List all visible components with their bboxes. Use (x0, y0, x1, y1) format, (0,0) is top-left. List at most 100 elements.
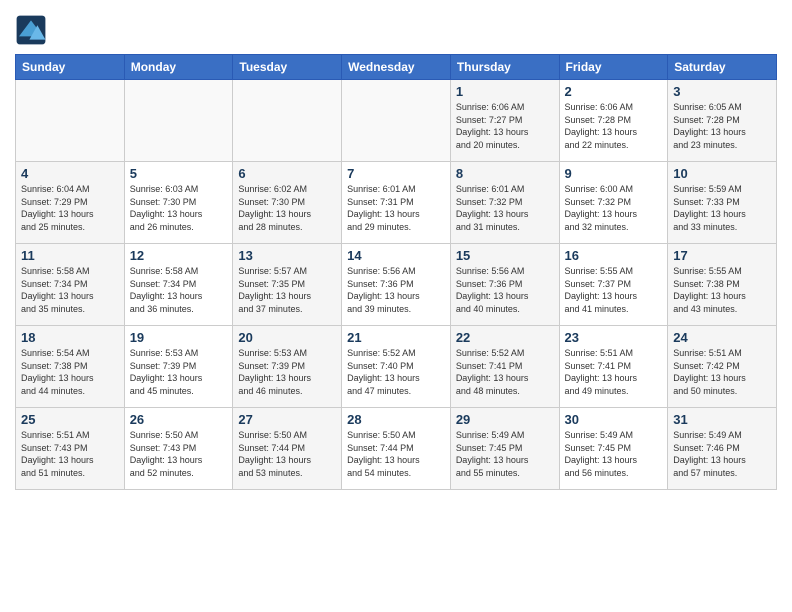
day-number: 23 (565, 330, 663, 345)
day-cell (342, 80, 451, 162)
day-info: Sunrise: 6:05 AM Sunset: 7:28 PM Dayligh… (673, 101, 771, 151)
day-number: 12 (130, 248, 228, 263)
day-cell: 22 Sunrise: 5:52 AM Sunset: 7:41 PM Dayli… (450, 326, 559, 408)
day-number: 15 (456, 248, 554, 263)
day-info: Sunrise: 6:00 AM Sunset: 7:32 PM Dayligh… (565, 183, 663, 233)
day-info: Sunrise: 5:51 AM Sunset: 7:43 PM Dayligh… (21, 429, 119, 479)
day-cell: 11 Sunrise: 5:58 AM Sunset: 7:34 PM Dayli… (16, 244, 125, 326)
day-info: Sunrise: 5:51 AM Sunset: 7:42 PM Dayligh… (673, 347, 771, 397)
day-info: Sunrise: 5:52 AM Sunset: 7:41 PM Dayligh… (456, 347, 554, 397)
day-info: Sunrise: 5:50 AM Sunset: 7:43 PM Dayligh… (130, 429, 228, 479)
day-number: 10 (673, 166, 771, 181)
day-number: 8 (456, 166, 554, 181)
day-info: Sunrise: 5:56 AM Sunset: 7:36 PM Dayligh… (456, 265, 554, 315)
day-number: 19 (130, 330, 228, 345)
day-cell: 10 Sunrise: 5:59 AM Sunset: 7:33 PM Dayli… (668, 162, 777, 244)
day-info: Sunrise: 6:06 AM Sunset: 7:27 PM Dayligh… (456, 101, 554, 151)
day-cell: 21Sunrise: 5:52 AM Sunset: 7:40 PM Dayli… (342, 326, 451, 408)
day-info: Sunrise: 5:55 AM Sunset: 7:38 PM Dayligh… (673, 265, 771, 315)
day-cell: 1 Sunrise: 6:06 AM Sunset: 7:27 PM Daylig… (450, 80, 559, 162)
day-info: Sunrise: 5:49 AM Sunset: 7:46 PM Dayligh… (673, 429, 771, 479)
day-info: Sunrise: 5:49 AM Sunset: 7:45 PM Dayligh… (565, 429, 663, 479)
day-info: Sunrise: 5:53 AM Sunset: 7:39 PM Dayligh… (130, 347, 228, 397)
day-cell: 6 Sunrise: 6:02 AM Sunset: 7:30 PM Daylig… (233, 162, 342, 244)
day-info: Sunrise: 5:58 AM Sunset: 7:34 PM Dayligh… (130, 265, 228, 315)
day-cell: 12 Sunrise: 5:58 AM Sunset: 7:34 PM Dayli… (124, 244, 233, 326)
day-cell (16, 80, 125, 162)
day-cell: 28 Sunrise: 5:50 AM Sunset: 7:44 PM Dayli… (342, 408, 451, 490)
day-number: 6 (238, 166, 336, 181)
day-number: 24 (673, 330, 771, 345)
day-cell: 5 Sunrise: 6:03 AM Sunset: 7:30 PM Daylig… (124, 162, 233, 244)
day-info: Sunrise: 5:50 AM Sunset: 7:44 PM Dayligh… (347, 429, 445, 479)
day-info: Sunrise: 5:56 AM Sunset: 7:36 PM Dayligh… (347, 265, 445, 315)
day-number: 9 (565, 166, 663, 181)
day-info: Sunrise: 5:59 AM Sunset: 7:33 PM Dayligh… (673, 183, 771, 233)
day-cell: 25 Sunrise: 5:51 AM Sunset: 7:43 PM Dayli… (16, 408, 125, 490)
week-row-5: 25 Sunrise: 5:51 AM Sunset: 7:43 PM Dayli… (16, 408, 777, 490)
day-number: 14 (347, 248, 445, 263)
day-number: 16 (565, 248, 663, 263)
day-info: Sunrise: 6:01 AM Sunset: 7:31 PM Dayligh… (347, 183, 445, 233)
weekday-header-friday: Friday (559, 55, 668, 80)
day-number: 13 (238, 248, 336, 263)
day-cell: 8 Sunrise: 6:01 AM Sunset: 7:32 PM Daylig… (450, 162, 559, 244)
weekday-header-monday: Monday (124, 55, 233, 80)
day-info: Sunrise: 6:03 AM Sunset: 7:30 PM Dayligh… (130, 183, 228, 233)
day-info: Sunrise: 5:49 AM Sunset: 7:45 PM Dayligh… (456, 429, 554, 479)
day-number: 30 (565, 412, 663, 427)
day-number: 11 (21, 248, 119, 263)
day-number: 21 (347, 330, 445, 345)
day-cell (124, 80, 233, 162)
day-number: 18 (21, 330, 119, 345)
day-number: 4 (21, 166, 119, 181)
day-cell: 14 Sunrise: 5:56 AM Sunset: 7:36 PM Dayli… (342, 244, 451, 326)
day-cell: 24 Sunrise: 5:51 AM Sunset: 7:42 PM Dayli… (668, 326, 777, 408)
day-info: Sunrise: 5:55 AM Sunset: 7:37 PM Dayligh… (565, 265, 663, 315)
weekday-header-row: SundayMondayTuesdayWednesdayThursdayFrid… (16, 55, 777, 80)
weekday-header-saturday: Saturday (668, 55, 777, 80)
day-cell: 13 Sunrise: 5:57 AM Sunset: 7:35 PM Dayli… (233, 244, 342, 326)
day-number: 22 (456, 330, 554, 345)
week-row-3: 11 Sunrise: 5:58 AM Sunset: 7:34 PM Dayli… (16, 244, 777, 326)
day-info: Sunrise: 5:51 AM Sunset: 7:41 PM Dayligh… (565, 347, 663, 397)
day-cell: 7 Sunrise: 6:01 AM Sunset: 7:31 PM Daylig… (342, 162, 451, 244)
day-cell: 15 Sunrise: 5:56 AM Sunset: 7:36 PM Dayli… (450, 244, 559, 326)
day-number: 27 (238, 412, 336, 427)
day-cell: 17 Sunrise: 5:55 AM Sunset: 7:38 PM Dayli… (668, 244, 777, 326)
day-number: 1 (456, 84, 554, 99)
day-info: Sunrise: 6:02 AM Sunset: 7:30 PM Dayligh… (238, 183, 336, 233)
day-number: 31 (673, 412, 771, 427)
day-number: 28 (347, 412, 445, 427)
day-cell: 16 Sunrise: 5:55 AM Sunset: 7:37 PM Dayli… (559, 244, 668, 326)
weekday-header-sunday: Sunday (16, 55, 125, 80)
day-info: Sunrise: 6:01 AM Sunset: 7:32 PM Dayligh… (456, 183, 554, 233)
day-cell: 9 Sunrise: 6:00 AM Sunset: 7:32 PM Daylig… (559, 162, 668, 244)
day-info: Sunrise: 6:06 AM Sunset: 7:28 PM Dayligh… (565, 101, 663, 151)
day-info: Sunrise: 5:54 AM Sunset: 7:38 PM Dayligh… (21, 347, 119, 397)
day-cell: 3Sunrise: 6:05 AM Sunset: 7:28 PM Daylig… (668, 80, 777, 162)
day-number: 7 (347, 166, 445, 181)
week-row-1: 1 Sunrise: 6:06 AM Sunset: 7:27 PM Daylig… (16, 80, 777, 162)
weekday-header-wednesday: Wednesday (342, 55, 451, 80)
week-row-4: 18 Sunrise: 5:54 AM Sunset: 7:38 PM Dayli… (16, 326, 777, 408)
day-cell: 19 Sunrise: 5:53 AM Sunset: 7:39 PM Dayli… (124, 326, 233, 408)
day-cell: 27Sunrise: 5:50 AM Sunset: 7:44 PM Dayli… (233, 408, 342, 490)
page-container: SundayMondayTuesdayWednesdayThursdayFrid… (0, 0, 792, 500)
day-cell: 26 Sunrise: 5:50 AM Sunset: 7:43 PM Dayli… (124, 408, 233, 490)
day-cell: 20 Sunrise: 5:53 AM Sunset: 7:39 PM Dayli… (233, 326, 342, 408)
day-number: 26 (130, 412, 228, 427)
logo-icon (15, 14, 47, 46)
day-info: Sunrise: 5:57 AM Sunset: 7:35 PM Dayligh… (238, 265, 336, 315)
day-info: Sunrise: 6:04 AM Sunset: 7:29 PM Dayligh… (21, 183, 119, 233)
day-number: 29 (456, 412, 554, 427)
day-number: 20 (238, 330, 336, 345)
day-number: 25 (21, 412, 119, 427)
day-number: 5 (130, 166, 228, 181)
header (15, 10, 777, 46)
day-number: 17 (673, 248, 771, 263)
logo (15, 14, 51, 46)
day-cell: 31 Sunrise: 5:49 AM Sunset: 7:46 PM Dayli… (668, 408, 777, 490)
day-info: Sunrise: 5:53 AM Sunset: 7:39 PM Dayligh… (238, 347, 336, 397)
day-info: Sunrise: 5:58 AM Sunset: 7:34 PM Dayligh… (21, 265, 119, 315)
